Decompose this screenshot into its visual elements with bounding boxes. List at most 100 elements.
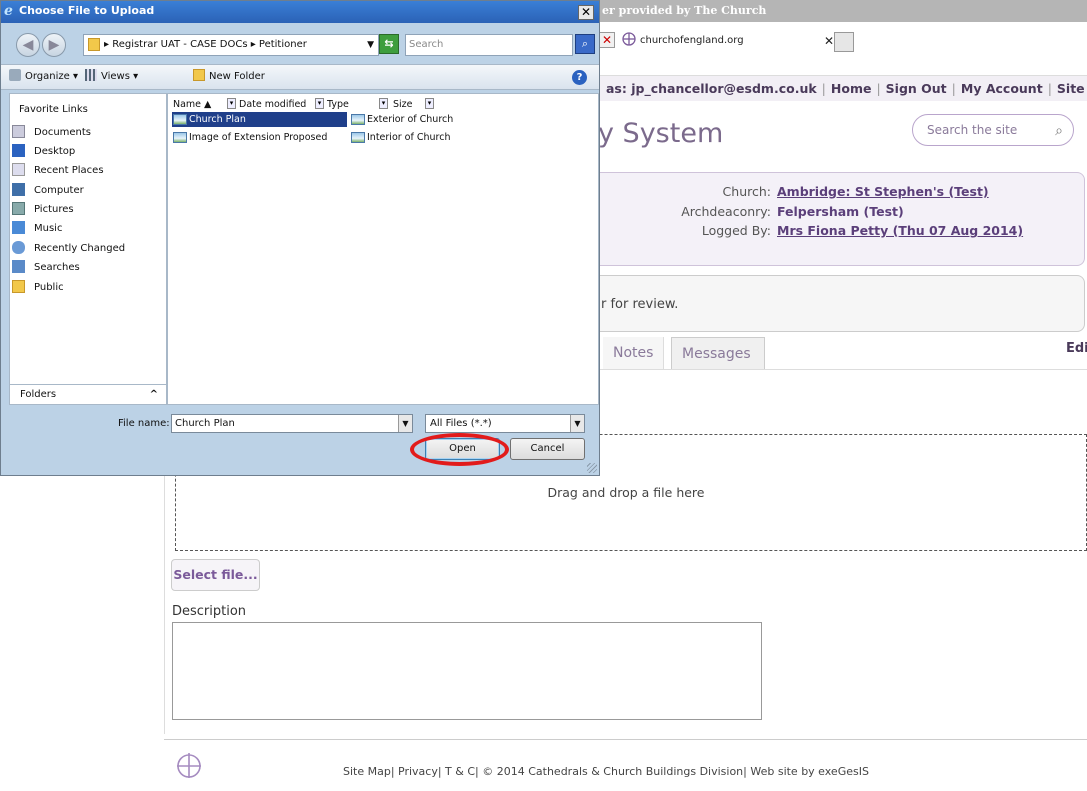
folder-icon <box>88 38 100 51</box>
forward-button[interactable]: ▶ <box>42 33 66 57</box>
chevron-down-icon[interactable]: ▼ <box>398 415 412 432</box>
logged-in-as: as: jp_chancellor@esdm.co.uk <box>606 81 817 96</box>
pictures-icon <box>12 202 25 215</box>
edit-link[interactable]: Edit <box>1066 341 1087 356</box>
file-name: Church Plan <box>189 114 246 125</box>
sign-out-link[interactable]: Sign Out <box>886 81 947 96</box>
new-folder-label: New Folder <box>209 71 265 82</box>
new-folder-button[interactable]: New Folder <box>193 65 265 89</box>
nav-item-recently-changed[interactable]: Recently Changed <box>12 240 125 258</box>
site-map-link[interactable]: Site Map <box>1057 81 1087 96</box>
column-type[interactable]: Type <box>327 97 349 112</box>
file-name-label: File name: <box>118 418 170 429</box>
ie-icon: e <box>4 3 13 19</box>
nav-item-computer[interactable]: Computer <box>12 182 84 200</box>
favorite-links-heading: Favorite Links <box>19 104 88 115</box>
column-size[interactable]: Size <box>393 97 413 112</box>
browser-tab-label: churchofengland.org <box>640 35 744 46</box>
file-item-extension[interactable]: Image of Extension Proposed <box>172 130 347 145</box>
new-folder-icon <box>193 69 205 81</box>
nav-item-label: Searches <box>34 262 80 273</box>
organize-button[interactable]: Organize ▾ <box>9 65 78 89</box>
church-label: Church: <box>722 184 771 199</box>
file-name-value: Church Plan <box>175 418 235 429</box>
tab-close-icon[interactable]: ✕ <box>824 30 834 52</box>
desktop-icon <box>12 144 25 157</box>
nav-item-public[interactable]: Public <box>12 279 64 297</box>
search-icon[interactable]: ⌕ <box>575 34 595 54</box>
chevron-down-icon[interactable]: ▼ <box>367 35 374 55</box>
chevron-down-icon[interactable]: ▾ <box>315 98 324 109</box>
file-name-input[interactable]: Church Plan ▼ <box>171 414 413 433</box>
address-row: ◀ ▶ ▸ Registrar UAT - CASE DOCs ▸ Petiti… <box>7 30 595 60</box>
nav-item-searches[interactable]: Searches <box>12 259 80 277</box>
my-account-link[interactable]: My Account <box>961 81 1043 96</box>
column-type-label: Type <box>327 99 349 110</box>
nav-item-recent-places[interactable]: Recent Places <box>12 162 104 180</box>
home-link[interactable]: Home <box>831 81 872 96</box>
column-date-modified[interactable]: Date modified <box>239 97 306 112</box>
file-upload-dialog: e Choose File to Upload ✕ ◀ ▶ ▸ Registra… <box>0 0 600 476</box>
column-date-label: Date modified <box>239 99 307 110</box>
nav-item-music[interactable]: Music <box>12 220 62 238</box>
nav-item-label: Public <box>34 282 64 293</box>
church-link[interactable]: Ambridge: St Stephen's (Test) <box>777 184 989 199</box>
description-textarea[interactable] <box>172 622 762 720</box>
tab-messages[interactable]: Messages <box>671 337 765 369</box>
logged-by-row: Logged By: Mrs Fiona Petty (Thu 07 Aug 20… <box>598 221 1023 241</box>
select-file-button[interactable]: Select file... <box>171 559 260 591</box>
dialog-search-input[interactable]: Search <box>405 34 573 56</box>
archdeaconry-row: Archdeaconry: Felpersham (Test) <box>598 202 904 222</box>
chevron-down-icon[interactable]: ▾ <box>379 98 388 109</box>
search-icon[interactable]: ⌕ <box>1055 116 1063 146</box>
separator: | <box>951 81 956 96</box>
close-tab-icon[interactable]: ✕ <box>599 32 615 48</box>
separator: | <box>821 81 826 96</box>
new-tab-button[interactable] <box>834 32 854 52</box>
nav-item-label: Recent Places <box>34 165 104 176</box>
cancel-button[interactable]: Cancel <box>510 438 585 460</box>
user-bar: as: jp_chancellor@esdm.co.uk | Home | Sign O… <box>598 75 1087 101</box>
chevron-up-icon: ^ <box>149 389 158 400</box>
image-file-icon <box>173 132 187 143</box>
nav-item-documents[interactable]: Documents <box>12 124 91 142</box>
help-icon[interactable]: ? <box>572 70 587 85</box>
file-item-interior[interactable]: Interior of Church <box>350 130 470 145</box>
separator: | <box>1047 81 1052 96</box>
close-button[interactable]: ✕ <box>578 5 594 20</box>
nav-item-desktop[interactable]: Desktop <box>12 143 75 161</box>
file-type-select[interactable]: All Files (*.*) ▼ <box>425 414 585 433</box>
back-button[interactable]: ◀ <box>16 33 40 57</box>
image-file-icon <box>351 132 365 143</box>
recent-places-icon <box>12 163 25 176</box>
logged-by-link[interactable]: Mrs Fiona Petty (Thu 07 Aug 2014) <box>777 223 1023 238</box>
browser-tab[interactable]: churchofengland.org ✕ <box>622 30 834 52</box>
resize-grip-icon[interactable] <box>587 463 597 473</box>
address-bar[interactable]: ▸ Registrar UAT - CASE DOCs ▸ Petitioner… <box>83 34 379 56</box>
chevron-down-icon[interactable]: ▾ <box>425 98 434 109</box>
site-title: y System <box>598 118 724 149</box>
nav-item-pictures[interactable]: Pictures <box>12 201 74 219</box>
chevron-down-icon[interactable]: ▼ <box>570 415 584 432</box>
tab-notes[interactable]: Notes <box>603 337 665 369</box>
footer-text: Site Map| Privacy| T & C| © 2014 Cathedr… <box>343 765 869 778</box>
searches-icon <box>12 260 25 273</box>
public-folder-icon <box>12 280 25 293</box>
organize-icon <box>9 69 21 81</box>
refresh-button[interactable]: ⇆ <box>379 34 399 54</box>
dialog-title-bar[interactable]: e Choose File to Upload ✕ <box>1 1 599 23</box>
file-item-church-plan[interactable]: Church Plan <box>172 112 347 127</box>
nav-item-label: Recently Changed <box>34 243 126 254</box>
file-item-exterior[interactable]: Exterior of Church <box>350 112 470 127</box>
site-search-input[interactable]: Search the site ⌕ <box>912 114 1074 146</box>
music-icon <box>12 221 25 234</box>
folders-toggle[interactable]: Folders ^ <box>10 384 166 404</box>
screen: er provided by The Church ✕ churchofengl… <box>0 0 1087 791</box>
column-name[interactable]: Name ▲ <box>173 97 211 112</box>
review-message: r for review. <box>598 275 1085 332</box>
column-size-label: Size <box>393 99 413 110</box>
image-file-icon <box>351 114 365 125</box>
recently-changed-icon <box>12 241 25 254</box>
views-button[interactable]: Views ▾ <box>85 65 138 89</box>
chevron-down-icon[interactable]: ▾ <box>227 98 236 109</box>
